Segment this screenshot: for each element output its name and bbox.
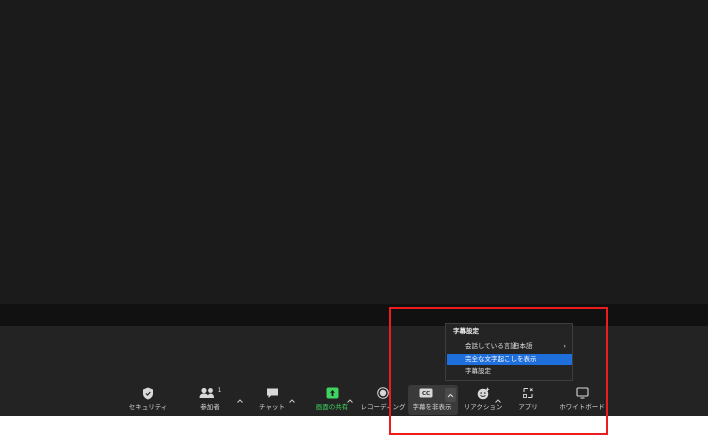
chat-button[interactable]: チャット [256, 386, 288, 414]
chat-label: チャット [259, 403, 285, 411]
security-label: セキュリティ [128, 403, 168, 411]
participants-button[interactable]: 1 参加者 [192, 386, 228, 414]
share-screen-label: 画面の共有 [315, 403, 349, 411]
zoom-meeting-window: セキュリティ 1 参加者 チャット 画面の共有 レコーディング CC 字幕を非表… [0, 0, 708, 448]
participants-count: 1 [217, 386, 222, 394]
chat-caret-icon[interactable] [288, 390, 296, 403]
participants-icon: 1 [198, 386, 222, 400]
participants-label: 参加者 [200, 403, 220, 411]
video-area [0, 0, 708, 304]
annotation-highlight-frame [389, 307, 608, 435]
participants-caret-icon[interactable] [236, 390, 244, 403]
security-button[interactable]: セキュリティ [126, 386, 170, 414]
chat-bubble-icon [264, 386, 280, 400]
share-screen-icon [324, 386, 340, 400]
share-caret-icon[interactable] [346, 390, 354, 403]
shield-icon [140, 386, 156, 400]
